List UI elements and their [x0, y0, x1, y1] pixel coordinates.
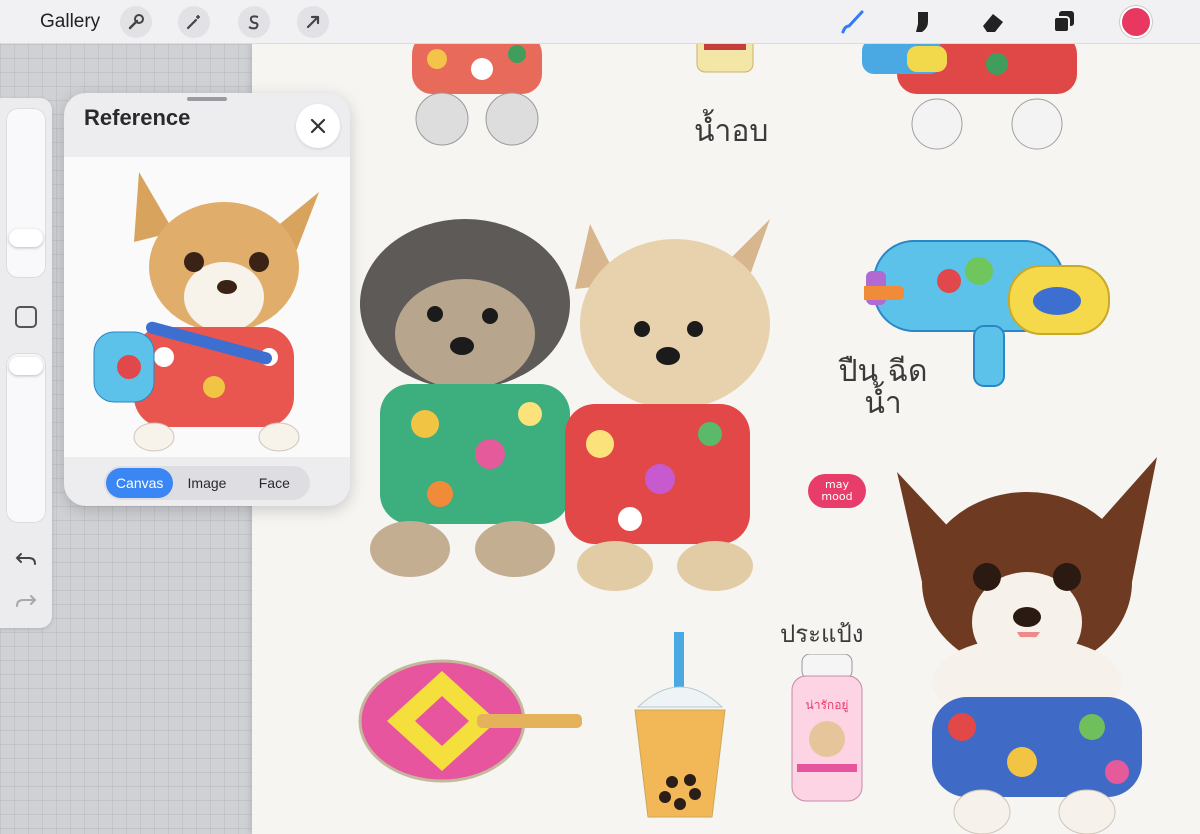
reference-panel[interactable]: Reference Canvas Image Face: [64, 93, 350, 506]
selection-s-icon[interactable]: [238, 6, 270, 38]
powder-label: ประแป้ง: [780, 620, 864, 648]
water-gun-label: ปืน ฉีด น้ำ: [838, 354, 928, 421]
reference-title: Reference: [84, 105, 191, 130]
drawing-canvas[interactable]: น้ำอบ ปืน ฉีด น้ำ may mood ประแป้ง น่ารั…: [252, 44, 1200, 834]
tab-image[interactable]: Image: [173, 468, 240, 498]
close-icon: [310, 118, 326, 134]
perfume-label: น้ำอบ: [694, 114, 769, 149]
reference-chihuahua-thumbnail: [93, 172, 319, 452]
reference-mode-tabs: Canvas Image Face: [104, 466, 310, 500]
opacity-slider[interactable]: [6, 353, 46, 523]
tab-face[interactable]: Face: [241, 468, 308, 498]
perfume-bottle-illustration: [696, 44, 754, 73]
powder-brand-label: น่ารักอยู่: [805, 698, 849, 712]
top-toolbar: Gallery: [0, 0, 1200, 44]
gallery-button[interactable]: Gallery: [40, 11, 100, 33]
dog-illustration-top-right: [862, 44, 1077, 150]
color-picker-button[interactable]: [1120, 6, 1152, 38]
eraser-icon[interactable]: [977, 6, 1009, 38]
two-dogs-illustration: [360, 219, 770, 591]
left-sidebar: [0, 98, 52, 628]
smudge-icon[interactable]: [906, 6, 938, 38]
wrench-icon[interactable]: [120, 6, 152, 38]
brush-icon[interactable]: [836, 6, 868, 38]
redo-icon[interactable]: [13, 588, 39, 614]
magic-wand-icon[interactable]: [178, 6, 210, 38]
dog-illustration-top-left: [412, 44, 542, 146]
brush-size-slider-thumb[interactable]: [9, 229, 43, 247]
brush-size-slider[interactable]: [6, 108, 46, 278]
tab-canvas[interactable]: Canvas: [106, 468, 174, 498]
woven-fan-illustration: [358, 659, 582, 783]
powder-bottle-illustration: [791, 654, 863, 802]
modify-button[interactable]: [15, 306, 37, 328]
bubble-tea-illustration: [634, 632, 726, 818]
undo-icon[interactable]: [13, 546, 39, 572]
reference-drag-handle[interactable]: [187, 97, 227, 101]
layers-icon[interactable]: [1048, 6, 1080, 38]
chihuahua-illustration: [897, 457, 1157, 834]
reference-canvas-preview: [64, 157, 350, 457]
reference-close-button[interactable]: [296, 104, 340, 148]
arrow-cursor-icon[interactable]: [297, 6, 329, 38]
opacity-slider-thumb[interactable]: [9, 357, 43, 375]
may-mood-logo: may mood: [808, 474, 866, 508]
